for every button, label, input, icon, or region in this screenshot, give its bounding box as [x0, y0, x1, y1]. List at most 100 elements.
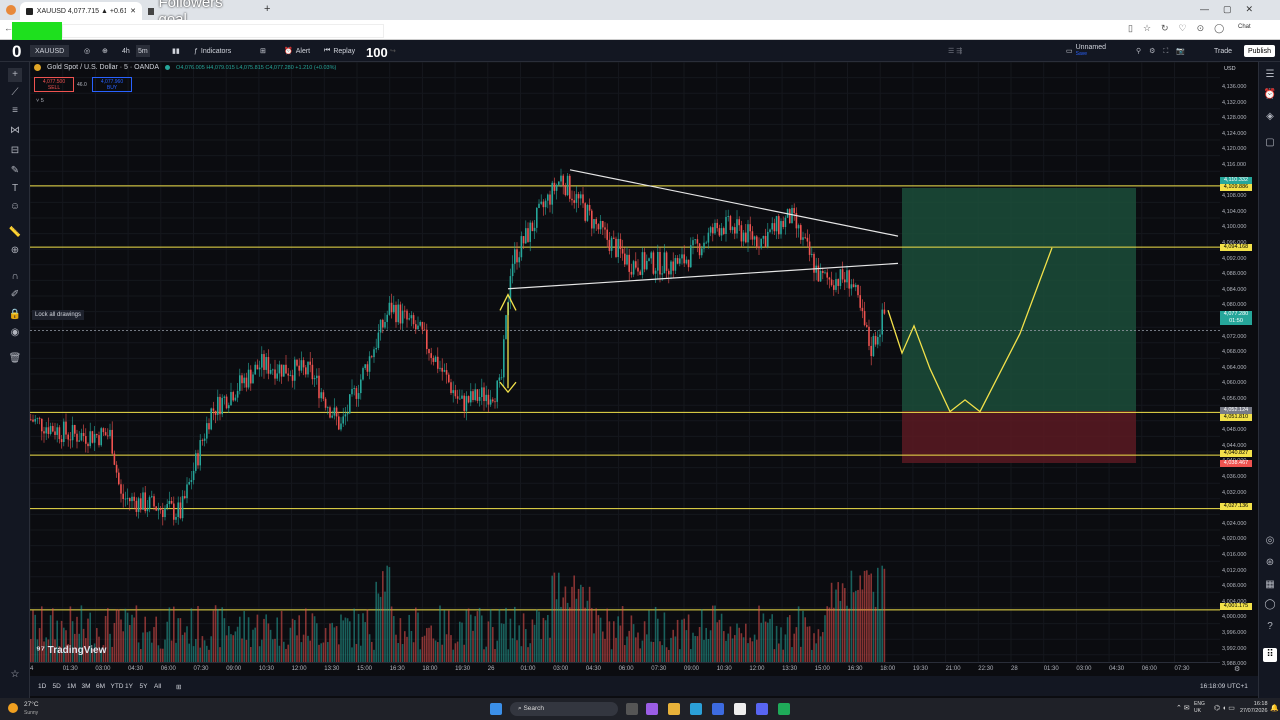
chart-type-icon[interactable]: ▮▮	[172, 45, 180, 57]
store-icon[interactable]	[734, 703, 746, 715]
candle-body	[60, 439, 63, 442]
sell-button[interactable]: 4,077.500 SELL	[34, 77, 74, 92]
brush-icon[interactable]: ✎	[8, 164, 22, 178]
time-tick-label: 06:00	[1141, 666, 1157, 672]
system-icons[interactable]: ⌬ ◖ ▭	[1214, 704, 1235, 712]
pattern-icon[interactable]: ⋈	[8, 124, 22, 138]
replay-button[interactable]: ⏮ Replay	[324, 45, 355, 57]
publish-button[interactable]: Publish	[1244, 45, 1275, 57]
chat-icon[interactable]: ▢	[1263, 136, 1277, 150]
candle-body	[883, 309, 886, 314]
volume-bar	[474, 616, 476, 662]
trash-icon[interactable]: 🗑	[8, 352, 22, 366]
copilot-icon[interactable]	[646, 703, 658, 715]
lang-indicator[interactable]: ENG UK	[1194, 701, 1205, 715]
templates-icon[interactable]: ⊞	[260, 45, 266, 57]
price-chart[interactable]	[30, 62, 1220, 662]
range-button[interactable]: 1M	[67, 683, 76, 690]
ruler-icon[interactable]: 📏	[8, 226, 22, 240]
start-icon[interactable]	[490, 703, 502, 715]
volume-bar	[151, 642, 153, 662]
emoji-icon[interactable]: ☺	[8, 200, 22, 214]
range-button[interactable]: 6M	[96, 683, 105, 690]
trade-button[interactable]: Trade	[1214, 45, 1232, 57]
toolbar-right-icons[interactable]: ⚲⚙⛶📷	[1136, 45, 1193, 57]
date-range-icon[interactable]: ⊞	[176, 683, 181, 691]
time-axis[interactable]: 4 01:30 03:00 04:30 06:00 07:30 09:00 10:30 12:0…	[30, 662, 1240, 676]
eye-icon[interactable]: ◉	[8, 326, 22, 340]
interval-4h[interactable]: 4h	[122, 45, 130, 57]
target-icon[interactable]: ◎	[1263, 534, 1277, 548]
app-icon[interactable]	[712, 703, 724, 715]
volume-bar	[498, 609, 501, 662]
alerts-panel-icon[interactable]: ⏰	[1263, 88, 1277, 102]
range-button[interactable]: All	[154, 683, 161, 690]
volume-bar	[632, 624, 635, 662]
tray-icons[interactable]: ⌃ ✉	[1176, 704, 1190, 712]
add-symbol-icon[interactable]: ⊕	[102, 45, 108, 57]
lock-icon[interactable]: 🔒	[8, 308, 22, 322]
volume-bar	[452, 649, 454, 662]
clock-readout[interactable]: 16:18:09 UTC+1	[1200, 683, 1248, 690]
axis-settings-icon[interactable]: ⚙	[1234, 665, 1240, 673]
notification-icon[interactable]: 🔔	[1270, 704, 1279, 712]
chart-pane[interactable]	[30, 62, 1220, 662]
redo-icon[interactable]: ↪	[390, 45, 396, 57]
volume-bar	[643, 621, 646, 662]
range-button[interactable]: 1D	[38, 683, 46, 690]
edge-icon[interactable]	[690, 703, 702, 715]
explorer-icon[interactable]	[668, 703, 680, 715]
interval-5m[interactable]: 5m	[136, 45, 150, 57]
copilot-chat-button[interactable]: Chat	[1238, 24, 1251, 30]
browser-tab-followers[interactable]: Followers goal	[142, 0, 254, 28]
fib-icon[interactable]: ⊟	[8, 144, 22, 158]
text-icon[interactable]: T	[8, 182, 22, 196]
volume-bar	[808, 626, 811, 662]
magnet-icon[interactable]: ∩	[8, 270, 22, 284]
notifications-icon[interactable]: ◯	[1263, 598, 1277, 612]
layout-icons[interactable]: ☰ ⇶	[948, 45, 962, 57]
zoom-icon[interactable]: ⊕	[8, 244, 22, 258]
calendar-icon[interactable]: ▦	[1263, 578, 1277, 592]
price-axis[interactable]: USD 4,136.000 4,132.000 4,128.000 4,124.000…	[1220, 62, 1258, 667]
indicator-toggle[interactable]: ˅ 5	[36, 98, 44, 104]
profile-icon[interactable]	[6, 5, 16, 15]
range-button[interactable]: 3M	[82, 683, 91, 690]
task-view-icon[interactable]	[626, 703, 638, 715]
favorite-icon[interactable]: ☆	[8, 668, 22, 682]
search-box[interactable]: ⌕ Search	[510, 702, 618, 716]
currency-label[interactable]: USD	[1224, 66, 1236, 72]
discord-icon[interactable]	[756, 703, 768, 715]
trendline-icon[interactable]: ⟋	[8, 86, 22, 100]
range-button[interactable]: YTD	[111, 683, 124, 690]
range-button[interactable]: 5Y	[140, 683, 148, 690]
crosshair-icon[interactable]: +	[8, 68, 22, 82]
system-clock[interactable]: 16:18 27/07/2026	[1240, 701, 1268, 715]
screen-recorder-icon[interactable]	[778, 703, 790, 715]
compare-icon[interactable]: ◎	[84, 45, 90, 57]
new-tab-button[interactable]: +	[264, 3, 270, 15]
stay-drawing-icon[interactable]: ✐	[8, 288, 22, 302]
symbol-search[interactable]: XAUUSD	[30, 45, 70, 57]
layers-icon[interactable]: ◈	[1263, 110, 1277, 124]
indicators-button[interactable]: ƒ Indicators	[194, 45, 231, 57]
volume-bar	[316, 623, 318, 662]
buy-button[interactable]: 4,077.960 BUY	[92, 77, 132, 92]
apps-icon[interactable]: ⠿	[1263, 648, 1277, 662]
browser-tab-xauusd[interactable]: XAUUSD 4,077.715 ▲ +0.61% Un ✕	[20, 2, 142, 20]
volume-bar	[641, 640, 644, 662]
layout-menu[interactable]: ▭ Unnamed Save	[1066, 44, 1106, 57]
horizontal-lines-icon[interactable]: ≡	[8, 104, 22, 118]
watchlist-icon[interactable]: ☰	[1263, 68, 1277, 82]
url-input[interactable]	[62, 24, 384, 38]
range-button[interactable]: 1Y	[125, 683, 133, 690]
weather-temp[interactable]: 27°C	[24, 701, 39, 708]
close-icon[interactable]: ✕	[130, 7, 136, 15]
range-button[interactable]: 5D	[53, 683, 61, 690]
help-icon[interactable]: ?	[1263, 620, 1277, 634]
alert-button[interactable]: ⏰ Alert	[284, 45, 310, 57]
candle-body	[335, 407, 338, 417]
candle-body	[705, 242, 707, 244]
candle-body	[283, 364, 285, 377]
signal-icon[interactable]: ⊛	[1263, 556, 1277, 570]
